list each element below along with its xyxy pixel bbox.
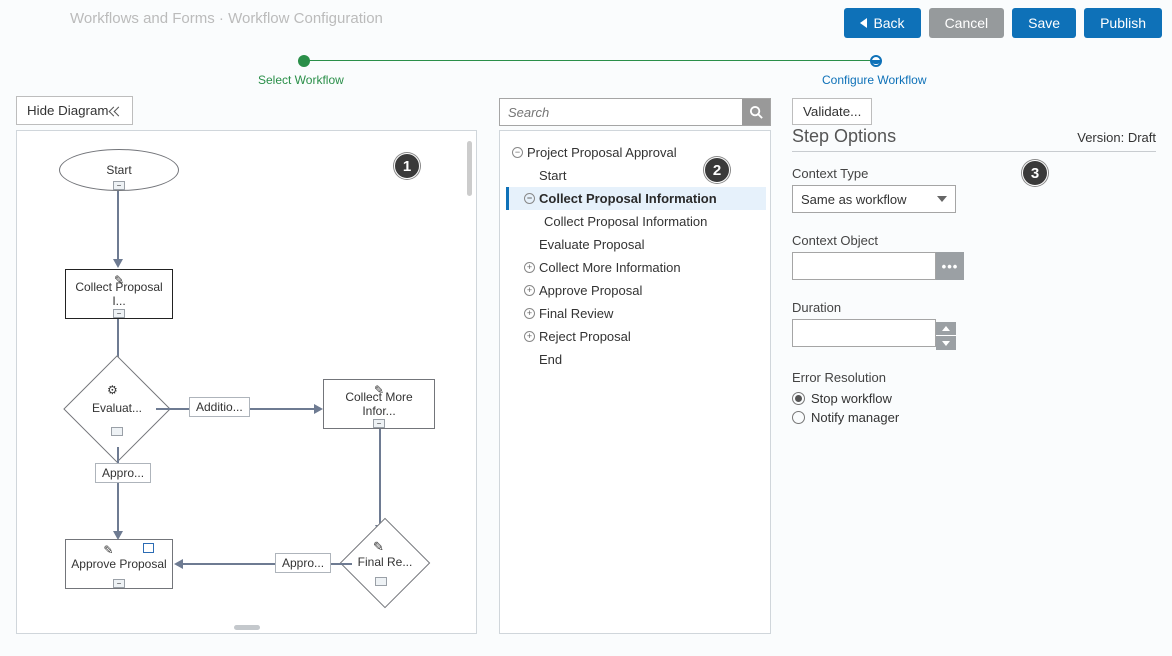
diagram-resize-handle[interactable]: [234, 625, 260, 630]
diagram-scrollbar[interactable]: [467, 141, 472, 196]
edit-icon: ✎: [373, 539, 384, 555]
tree-item-collect-more[interactable]: +Collect More Information: [506, 256, 766, 279]
tree-item-final-review[interactable]: +Final Review: [506, 302, 766, 325]
tree-item-approve[interactable]: +Approve Proposal: [506, 279, 766, 302]
save-button[interactable]: Save: [1012, 8, 1076, 38]
diagram-panel: 1 Start − ✎ Collect Proposal I... − ⚙ Ev…: [16, 130, 477, 634]
sub-icon: [111, 427, 123, 436]
search-icon: [749, 105, 764, 120]
edge-label-additio: Additio...: [189, 397, 250, 417]
expand-icon[interactable]: +: [524, 262, 535, 273]
context-object-browse-button[interactable]: •••: [936, 252, 964, 280]
step-options-panel: 3 Step Options Version: Draft Context Ty…: [792, 126, 1156, 445]
hide-diagram-button[interactable]: Hide Diagram: [16, 96, 133, 125]
duration-input[interactable]: [792, 319, 936, 347]
tree-root[interactable]: − Project Proposal Approval: [506, 141, 766, 164]
publish-button[interactable]: Publish: [1084, 8, 1162, 38]
node-evaluate-label: Evaluat...: [79, 401, 155, 415]
expand-icon[interactable]: +: [524, 285, 535, 296]
tree-panel: 2 − Project Proposal Approval Start −Col…: [499, 130, 771, 634]
node-collect-proposal[interactable]: ✎ Collect Proposal I... −: [65, 269, 173, 319]
badge-one: 1: [394, 153, 420, 179]
triangle-up-icon: [942, 326, 950, 331]
radio-stop-workflow[interactable]: Stop workflow: [792, 391, 1156, 406]
tree-item-collect-proposal[interactable]: −Collect Proposal Information: [506, 187, 766, 210]
badge-two: 2: [704, 157, 730, 183]
collapse-icon[interactable]: −: [512, 147, 523, 158]
validate-button[interactable]: Validate...: [792, 98, 872, 125]
tree-item-reject[interactable]: +Reject Proposal: [506, 325, 766, 348]
step-label-select: Select Workflow: [258, 73, 344, 87]
edit-icon: ✎: [103, 543, 113, 557]
section-title: Step Options: [792, 126, 896, 147]
edge-label-appro1: Appro...: [95, 463, 151, 483]
duration-label: Duration: [792, 300, 1156, 315]
context-type-select[interactable]: Same as workflow: [792, 185, 956, 213]
radio-notify-manager[interactable]: Notify manager: [792, 410, 1156, 425]
edge-label-appro2: Appro...: [275, 553, 331, 573]
duration-increase-button[interactable]: [936, 322, 956, 336]
progress-stepper: Select Workflow Configure Workflow: [0, 48, 1172, 86]
duration-decrease-button[interactable]: [936, 335, 956, 350]
triangle-down-icon: [942, 341, 950, 346]
context-object-input[interactable]: [792, 252, 936, 280]
chevron-left-icon: [860, 18, 867, 28]
back-button[interactable]: Back: [844, 8, 920, 38]
door-icon: [143, 543, 154, 553]
search-wrap: [499, 98, 771, 126]
chevron-down-icon: [937, 196, 947, 202]
tree-item-evaluate[interactable]: Evaluate Proposal: [506, 233, 766, 256]
search-button[interactable]: [742, 99, 770, 125]
search-input[interactable]: [500, 99, 742, 125]
edge-start-collect: [117, 191, 119, 261]
step-label-configure: Configure Workflow: [822, 73, 926, 87]
tree-item-collect-proposal-child[interactable]: Collect Proposal Information: [506, 210, 766, 233]
context-type-label: Context Type: [792, 166, 1156, 181]
cancel-button[interactable]: Cancel: [929, 8, 1005, 38]
step-dot-configure[interactable]: [870, 55, 882, 67]
error-resolution-label: Error Resolution: [792, 370, 1156, 385]
node-approve[interactable]: ✎ Approve Proposal −: [65, 539, 173, 589]
topbar: Back Cancel Save Publish: [0, 6, 1162, 40]
double-chevron-left-icon: [112, 103, 122, 118]
node-final-label: Final Re...: [347, 555, 423, 569]
context-object-label: Context Object: [792, 233, 1156, 248]
node-start[interactable]: Start −: [59, 149, 179, 191]
expand-icon[interactable]: +: [524, 308, 535, 319]
node-collect-more[interactable]: ✎ Collect More Infor... −: [323, 379, 435, 429]
expand-icon[interactable]: +: [524, 331, 535, 342]
tree-item-end[interactable]: End: [506, 348, 766, 371]
badge-three: 3: [1022, 160, 1048, 186]
version-text: Version: Draft: [1077, 130, 1156, 145]
collapse-icon[interactable]: −: [524, 193, 535, 204]
gear-icon: ⚙: [107, 383, 118, 397]
step-dot-select[interactable]: [298, 55, 310, 67]
